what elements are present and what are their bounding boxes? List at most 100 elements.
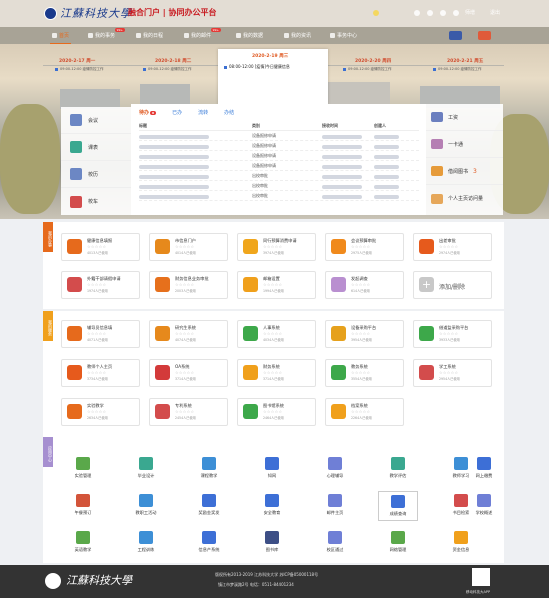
service-card[interactable]: 实验教学 ☆☆☆☆☆ 2634人已使用 — [61, 398, 140, 426]
app-tile[interactable]: 信息产系统 — [189, 528, 229, 558]
app-tile[interactable]: 学校概述 — [464, 491, 504, 521]
usage-count: 3974人已使用 — [263, 251, 284, 255]
app-tile[interactable]: 课程教学 — [189, 454, 229, 484]
service-card[interactable]: 健康信息填报 ☆☆☆☆☆ 4013人已使用 — [61, 233, 140, 261]
nav-item-data[interactable]: 我的数据 — [236, 32, 263, 39]
app-tile[interactable]: 教学评估 — [378, 454, 418, 484]
calendar-event[interactable]: 09:00-12:00 疫情防控工作 — [55, 67, 104, 72]
table-row[interactable]: 出校审批 — [139, 191, 419, 201]
service-card[interactable]: 辅导员信息填 ☆☆☆☆☆ 4071人已使用 — [61, 320, 140, 348]
layout-icon[interactable] — [449, 31, 462, 40]
university-logo[interactable] — [44, 7, 57, 20]
nav-item-home[interactable]: 首页 — [49, 32, 72, 45]
app-tile[interactable]: 图书库 — [252, 528, 292, 558]
nav-item-calendar[interactable]: 我的日程 — [136, 32, 163, 39]
service-card[interactable]: 发起调查 ☆☆☆☆☆ 614人已使用 — [325, 271, 404, 299]
app-tile[interactable]: 邮件主页 — [315, 491, 355, 521]
personal-visits[interactable]: 个人主页访问量 — [426, 185, 503, 212]
calendar-day[interactable]: 2020-2-21 周五 — [447, 58, 483, 64]
table-row[interactable]: 设备报修申请 — [139, 161, 419, 171]
search-icon[interactable] — [414, 10, 420, 16]
bell-icon[interactable] — [440, 10, 446, 16]
app-tile[interactable]: 知网 — [252, 454, 292, 484]
service-card[interactable]: 档案系统 ☆☆☆☆☆ 2264人已使用 — [325, 398, 404, 426]
app-name: 校区通过 — [326, 547, 344, 552]
service-card[interactable]: 财务信息业务审批 ☆☆☆☆☆ 2003人已使用 — [149, 271, 228, 299]
app-tile[interactable]: 成绩查询 — [378, 491, 418, 521]
table-row[interactable]: 设备报修申请 — [139, 131, 419, 141]
qr-code[interactable] — [472, 568, 490, 586]
service-card[interactable]: 财务系统 ☆☆☆☆☆ 3714人已使用 — [237, 359, 316, 387]
nav-item-mail[interactable]: 我的邮件 99+ — [184, 28, 222, 39]
quick-link-school-calendar[interactable]: 校历 — [61, 161, 131, 188]
service-card[interactable]: 人事系统 ☆☆☆☆☆ 4034人已使用 — [237, 320, 316, 348]
nav-item-tasks[interactable]: 我的事务 99+ — [88, 28, 126, 39]
calendar-today-event[interactable]: 08:00-12:00 [疫情]今日健康信息 — [224, 64, 290, 70]
add-remove-button[interactable]: + 添加/删除 — [413, 271, 492, 299]
app-tile[interactable]: 午餐预订 — [63, 491, 103, 521]
service-card[interactable]: 研究生系统 ☆☆☆☆☆ 4074人已使用 — [149, 320, 228, 348]
app-tile[interactable]: 工程训练 — [126, 528, 166, 558]
user-name[interactable]: 师增 — [465, 9, 475, 16]
service-card[interactable]: 会议预算审批 ☆☆☆☆☆ 2975人已使用 — [325, 233, 404, 261]
tab-done[interactable]: 已办 — [172, 109, 182, 116]
service-card[interactable]: 教师个人主页 ☆☆☆☆☆ 3734人已使用 — [61, 359, 140, 387]
personal-card[interactable]: 一卡通 — [426, 131, 503, 158]
app-tile[interactable]: 实验管理 — [63, 454, 103, 484]
personal-salary[interactable]: 工资 — [426, 104, 503, 131]
service-card[interactable]: 图书馆系统 ☆☆☆☆☆ 2464人已使用 — [237, 398, 316, 426]
meeting-icon — [70, 114, 82, 126]
service-card[interactable]: 市信息门户 ☆☆☆☆☆ 4014人已使用 — [149, 233, 228, 261]
table-row[interactable]: 设备报修申请 — [139, 141, 419, 151]
app-tile[interactable]: 教职工活动 — [126, 491, 166, 521]
table-row[interactable]: 出校审批 — [139, 181, 419, 191]
service-card[interactable]: 外籍干部请假申请 ☆☆☆☆☆ 1974人已使用 — [61, 271, 140, 299]
quick-link-meeting[interactable]: 会议 — [61, 107, 131, 134]
logout-button[interactable]: 退出 — [490, 9, 500, 16]
nav-item-news[interactable]: 我的资讯 — [284, 32, 311, 39]
service-card[interactable]: 学工系统 ☆☆☆☆☆ 2954人已使用 — [413, 359, 492, 387]
service-card[interactable]: OA系统 ☆☆☆☆☆ 3714人已使用 — [149, 359, 228, 387]
app-tile[interactable]: 英语教学 — [63, 528, 103, 558]
tab-flow[interactable]: 流转 — [198, 109, 208, 116]
rating-stars: ☆☆☆☆☆ — [351, 409, 371, 414]
table-row[interactable]: 出校审批 — [139, 171, 419, 181]
app-name: 心理辅导 — [326, 473, 344, 478]
calendar-day[interactable]: 2020-2-18 周二 — [155, 58, 191, 64]
app-tile[interactable]: 资金信息 — [441, 528, 481, 558]
app-tile[interactable]: 奖励金奖发 — [189, 491, 229, 521]
service-card[interactable]: 借道监采购平台 ☆☆☆☆☆ 3933人已使用 — [413, 320, 492, 348]
app-tile[interactable]: 网上缴费 — [464, 454, 504, 484]
oa-icon[interactable] — [478, 31, 491, 40]
table-row[interactable]: 设备报修申请 — [139, 151, 419, 161]
calendar-event[interactable]: 09:00-12:00 疫情防控工作 — [343, 67, 392, 72]
calendar-today-card[interactable]: 2020-2-19 周三 08:00-12:00 [疫情]今日健康信息 — [218, 49, 328, 105]
tab-todo[interactable]: 待办 8 — [139, 109, 157, 116]
tab-finished[interactable]: 办结 — [224, 109, 234, 116]
service-card[interactable]: 专利系统 ☆☆☆☆☆ 2454人已使用 — [149, 398, 228, 426]
calendar-event[interactable]: 09:00-12:00 疫情防控工作 — [433, 67, 482, 72]
calendar-event[interactable]: 09:00-12:00 疫情防控工作 — [143, 67, 192, 72]
settings-icon[interactable] — [427, 10, 433, 16]
app-tile[interactable]: 安全教育 — [252, 491, 292, 521]
quick-link-bus[interactable]: 校车 — [61, 188, 131, 215]
app-tile[interactable]: 毕业设计 — [126, 454, 166, 484]
service-icon — [67, 277, 82, 292]
personal-books[interactable]: 借阅图书 3 — [426, 158, 503, 185]
nav-item-center[interactable]: 事务中心 — [330, 32, 357, 39]
service-card[interactable]: 设备采购平台 ☆☆☆☆☆ 3954人已使用 — [325, 320, 404, 348]
app-tile[interactable]: 校区通过 — [315, 528, 355, 558]
service-card[interactable]: 同行预算消费申请 ☆☆☆☆☆ 3974人已使用 — [237, 233, 316, 261]
quick-link-schedule[interactable]: 课表 — [61, 134, 131, 161]
section-tab-services: 我的办事 — [43, 222, 53, 252]
calendar-day[interactable]: 2020-2-20 周四 — [355, 58, 391, 64]
user-icon[interactable] — [453, 10, 459, 16]
calendar-day[interactable]: 2020-2-17 周一 — [59, 58, 95, 64]
footer-logo — [45, 573, 61, 589]
app-tile[interactable]: 心理辅导 — [315, 454, 355, 484]
service-card[interactable]: 教务系统 ☆☆☆☆☆ 3554人已使用 — [325, 359, 404, 387]
service-card[interactable]: 邮箱设置 ☆☆☆☆☆ 1994人已使用 — [237, 271, 316, 299]
app-tile[interactable]: 网络管理 — [378, 528, 418, 558]
usage-count: 2003人已使用 — [175, 289, 196, 293]
service-card[interactable]: 出差审批 ☆☆☆☆☆ 2974人已使用 — [413, 233, 492, 261]
